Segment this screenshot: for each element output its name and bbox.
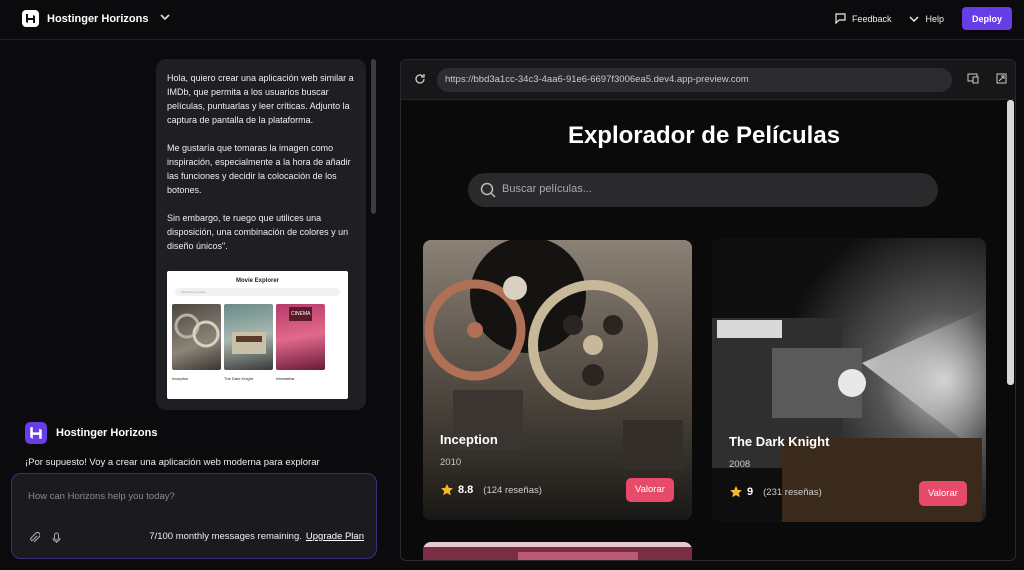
- preview-toolbar: https://bbd3a1cc-34c3-4aa6-91e6-6697f300…: [401, 60, 1015, 100]
- attachment-caption: Inception: [172, 376, 189, 381]
- url-bar[interactable]: https://bbd3a1cc-34c3-4aa6-91e6-6697f300…: [437, 68, 952, 92]
- attachment-search: Search for movies...: [175, 288, 340, 296]
- movie-poster: [423, 542, 692, 560]
- chevron-down-icon[interactable]: [160, 13, 171, 24]
- attachment-caption: Interstellar: [276, 376, 295, 381]
- agent-name: Hostinger Horizons: [56, 427, 158, 439]
- user-message-paragraph: Me gustaría que tomaras la imagen como i…: [167, 143, 351, 195]
- user-message-paragraph: Hola, quiero crear una aplicación web si…: [167, 73, 354, 125]
- project-switcher[interactable]: Hostinger Horizons: [22, 10, 171, 27]
- microphone-icon[interactable]: [52, 532, 61, 544]
- top-bar: Hostinger Horizons Feedback Help Deploy: [0, 0, 1024, 40]
- movie-card[interactable]: The Dark Knight 2008 9 (231 reseñas) Val…: [712, 238, 986, 522]
- movie-year: 2008: [729, 459, 751, 470]
- page-title: Explorador de Películas: [567, 122, 841, 149]
- feedback-button[interactable]: Feedback: [835, 13, 892, 24]
- rate-button[interactable]: Valorar: [919, 481, 967, 506]
- app-name: Hostinger Horizons: [47, 12, 149, 25]
- rating-score: 9: [747, 486, 754, 498]
- star-icon: [441, 484, 453, 496]
- rating-score: 8.8: [458, 484, 474, 496]
- attachment-caption: The Dark Knight: [224, 376, 253, 381]
- movie-rating: 9 (231 reseñas): [729, 485, 822, 499]
- chat-panel: Hola, quiero crear una aplicación web si…: [0, 41, 380, 570]
- attachment-poster: [172, 304, 221, 370]
- attachment-thumbnail[interactable]: Movie Explorer Search for movies... CINE…: [167, 271, 348, 399]
- chat-composer[interactable]: How can Horizons help you today? 7/100 m…: [11, 473, 377, 559]
- movie-year: 2010: [440, 457, 462, 468]
- upgrade-plan-link[interactable]: Upgrade Plan: [306, 531, 364, 542]
- attachment-poster: [224, 304, 273, 370]
- attachment-title: Movie Explorer: [235, 278, 279, 284]
- quota-text: 7/100 monthly messages remaining. Upgrade…: [149, 531, 364, 542]
- composer-input[interactable]: How can Horizons help you today?: [28, 491, 175, 502]
- feedback-icon: [835, 13, 846, 24]
- reload-icon[interactable]: [414, 73, 426, 85]
- quota-remaining: 7/100 monthly messages remaining.: [149, 531, 302, 542]
- chat-scrollbar[interactable]: [371, 59, 376, 214]
- star-icon: [730, 486, 742, 498]
- paperclip-icon[interactable]: [29, 532, 40, 544]
- rate-button[interactable]: Valorar: [626, 478, 674, 502]
- movie-card[interactable]: Inception 2010 8.8 (124 reseñas) Valorar: [423, 240, 692, 520]
- agent-header: Hostinger Horizons: [25, 422, 157, 444]
- movie-card[interactable]: [423, 542, 692, 560]
- chevron-down-icon: [909, 15, 919, 22]
- preview-scrollbar[interactable]: [1007, 100, 1014, 385]
- attachment-poster: CINEMA: [276, 304, 325, 370]
- agent-reply: ¡Por supuesto! Voy a crear una aplicació…: [25, 457, 320, 468]
- help-label: Help: [925, 13, 944, 24]
- device-toggle-icon[interactable]: [967, 73, 979, 84]
- deploy-button[interactable]: Deploy: [961, 7, 1012, 30]
- help-button[interactable]: Help: [909, 14, 944, 24]
- movie-poster: [712, 238, 986, 522]
- movie-title: The Dark Knight: [729, 434, 830, 449]
- movie-rating: 8.8 (124 reseñas): [440, 483, 542, 497]
- feedback-label: Feedback: [851, 13, 892, 24]
- hostinger-logo-icon: [22, 10, 39, 27]
- movie-title: Inception: [440, 432, 498, 447]
- preview-panel: https://bbd3a1cc-34c3-4aa6-91e6-6697f300…: [400, 59, 1016, 561]
- horizons-logo-icon: [25, 422, 47, 444]
- attachment-poster-sign: CINEMA: [289, 307, 313, 321]
- review-count: (231 reseñas): [763, 486, 822, 498]
- review-count: (124 reseñas): [483, 484, 542, 496]
- movie-search-input[interactable]: Buscar películas...: [468, 173, 938, 207]
- search-placeholder: Buscar películas...: [502, 183, 592, 195]
- open-external-icon[interactable]: [996, 73, 1007, 84]
- search-icon: [480, 182, 496, 198]
- user-message-paragraph: Sin embargo, te ruego que utilices una d…: [167, 213, 349, 251]
- user-message: Hola, quiero crear una aplicación web si…: [156, 59, 366, 410]
